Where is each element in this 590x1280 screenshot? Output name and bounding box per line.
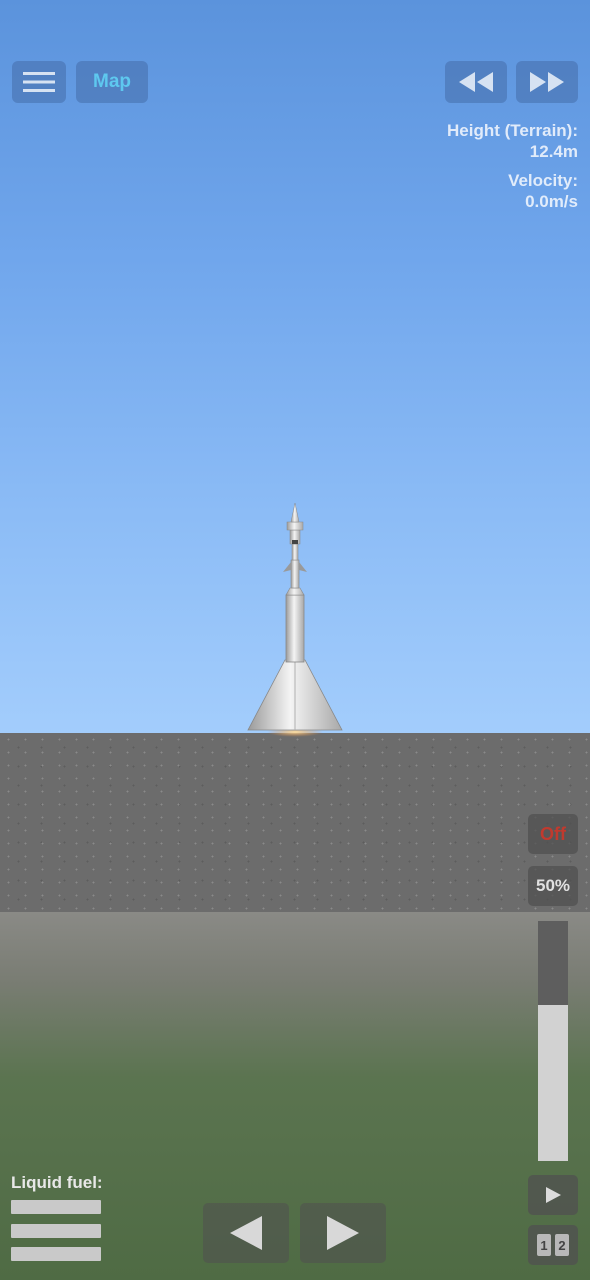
stage-selector-button[interactable]: 1 2 bbox=[528, 1225, 578, 1265]
map-button[interactable]: Map bbox=[76, 61, 148, 103]
stage-play-button[interactable] bbox=[528, 1175, 578, 1215]
fuel-bar-3 bbox=[11, 1247, 101, 1261]
menu-button[interactable] bbox=[12, 61, 66, 103]
right-arrow-icon bbox=[327, 1216, 359, 1250]
height-label: Height (Terrain): bbox=[447, 121, 578, 140]
throttle-fill bbox=[538, 1005, 568, 1161]
play-icon bbox=[546, 1187, 561, 1203]
stage-number-2: 2 bbox=[555, 1234, 569, 1256]
stage-number-1: 1 bbox=[537, 1234, 551, 1256]
fast-forward-button[interactable] bbox=[516, 61, 578, 103]
fast-forward-icon bbox=[530, 72, 564, 92]
fuel-bar-2 bbox=[11, 1224, 101, 1238]
height-value: 12.4m bbox=[529, 142, 578, 161]
velocity-value: 0.0m/s bbox=[525, 192, 578, 211]
turn-left-button[interactable] bbox=[203, 1203, 289, 1263]
terrain-surface bbox=[0, 733, 590, 913]
turn-right-button[interactable] bbox=[300, 1203, 386, 1263]
game-scene bbox=[0, 0, 590, 1280]
velocity-readout: Velocity: 0.0m/s bbox=[508, 170, 578, 212]
rocket bbox=[247, 502, 343, 737]
rewind-icon bbox=[459, 72, 493, 92]
rewind-button[interactable] bbox=[445, 61, 507, 103]
fuel-bar-1 bbox=[11, 1200, 101, 1214]
throttle-percent-button[interactable]: 50% bbox=[528, 866, 578, 906]
velocity-label: Velocity: bbox=[508, 171, 578, 190]
engine-toggle-button[interactable]: Off bbox=[528, 814, 578, 854]
height-readout: Height (Terrain): 12.4m bbox=[447, 120, 578, 162]
left-arrow-icon bbox=[230, 1216, 262, 1250]
throttle-slider[interactable] bbox=[538, 921, 568, 1161]
hamburger-menu-icon bbox=[23, 72, 55, 92]
liquid-fuel-label: Liquid fuel: bbox=[11, 1173, 103, 1192]
